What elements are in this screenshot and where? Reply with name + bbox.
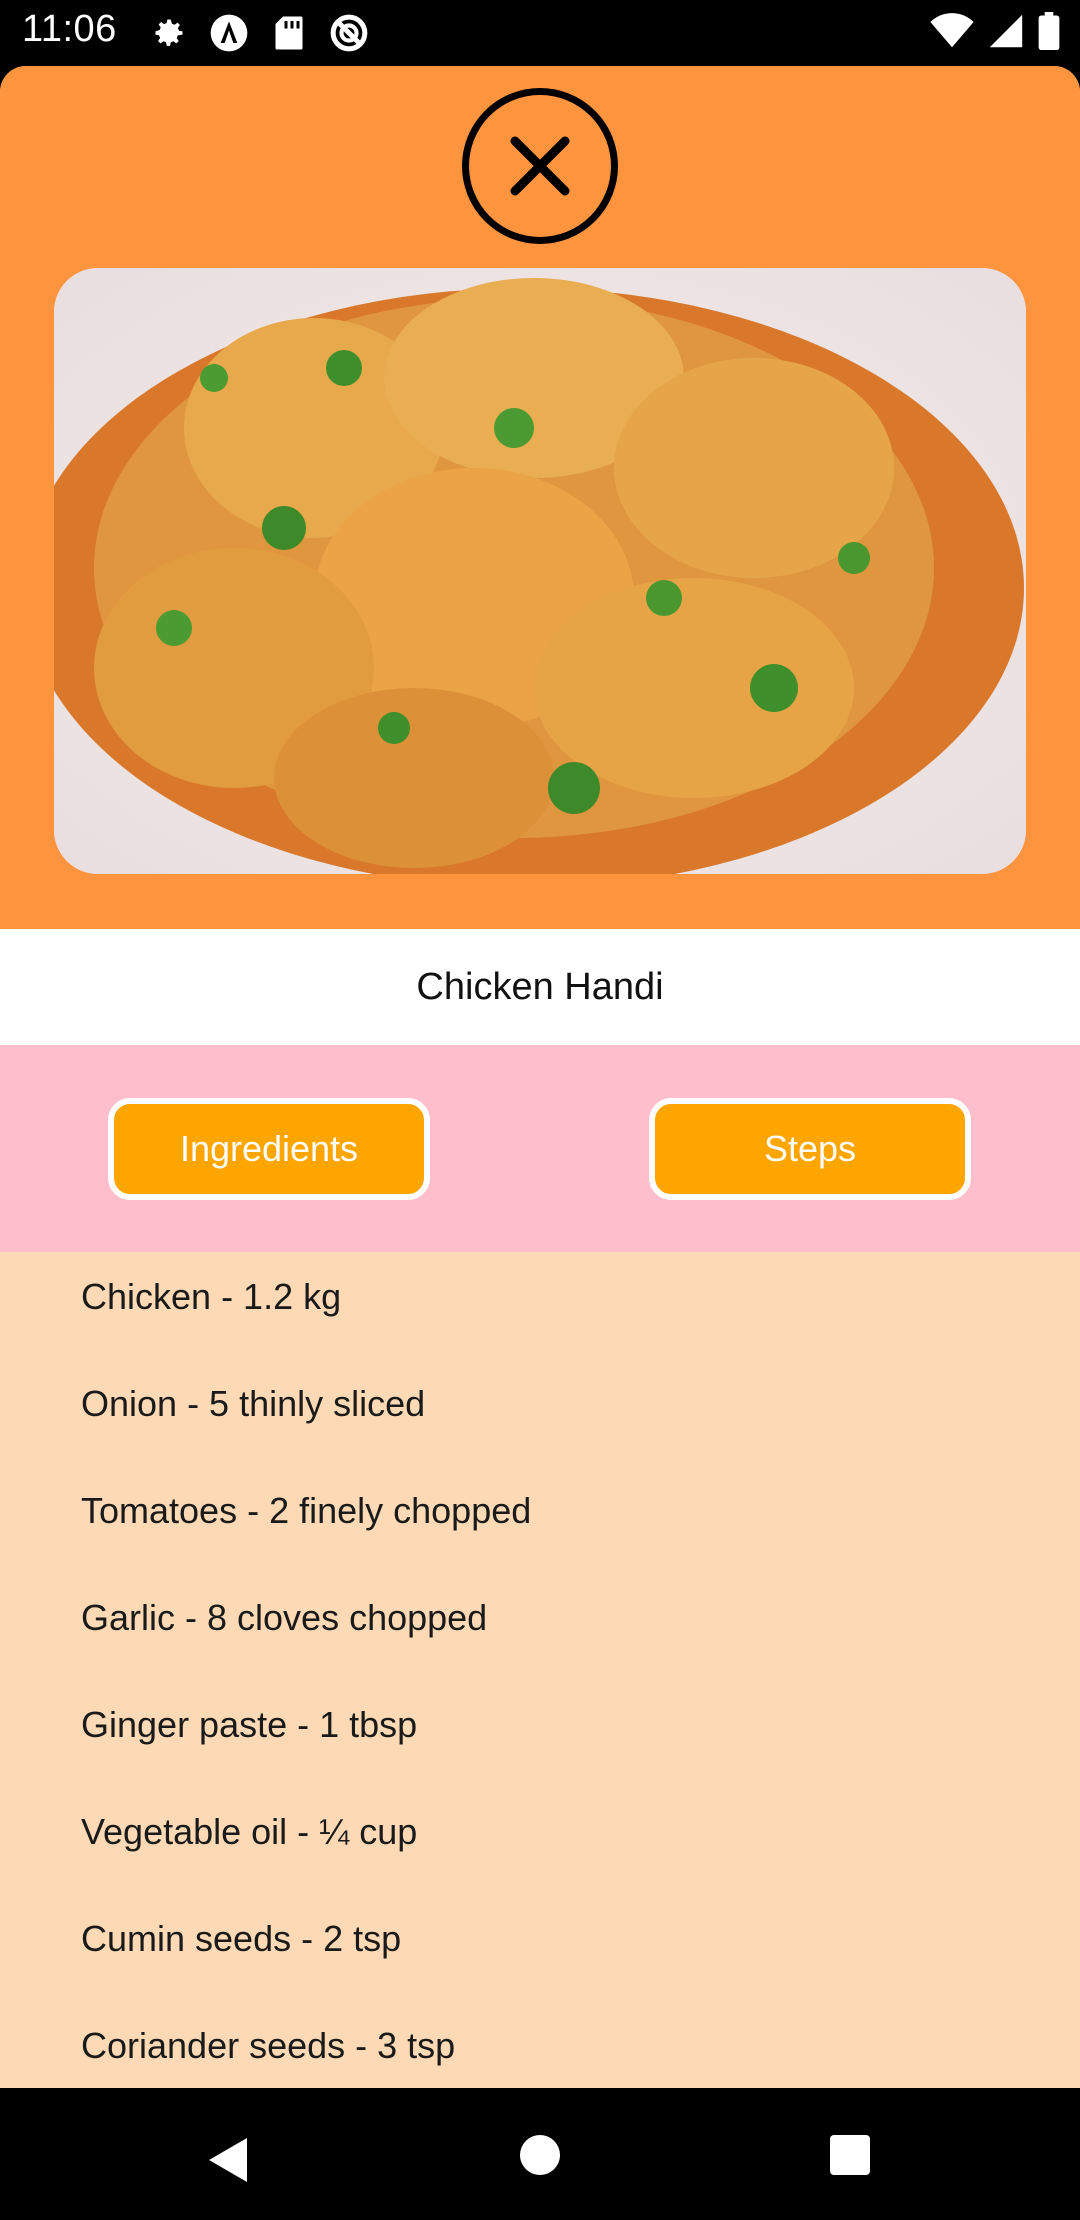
a-circle-icon xyxy=(208,12,250,54)
recipe-image xyxy=(54,268,1026,874)
status-icons-right xyxy=(930,12,1060,55)
hero-header xyxy=(0,66,1080,929)
recipe-title-band: Chicken Handi xyxy=(0,929,1080,1045)
home-icon[interactable] xyxy=(520,2135,560,2175)
list-item: Tomatoes - 2 finely chopped xyxy=(81,1490,532,1531)
gear-icon xyxy=(148,12,190,54)
wifi-icon xyxy=(930,13,974,54)
recipe-detail-sheet: Chicken Handi Ingredients Steps Chicken … xyxy=(0,66,1080,2088)
status-bar: 11:06 xyxy=(0,0,1080,66)
list-item: Garlic - 8 cloves chopped xyxy=(81,1597,488,1638)
tab-ingredients[interactable]: Ingredients xyxy=(108,1098,430,1200)
sd-card-icon xyxy=(268,12,310,54)
close-icon xyxy=(510,136,570,196)
blocked-circle-icon xyxy=(328,12,370,54)
list-item: Vegetable oil - ¼ cup xyxy=(81,1811,418,1852)
battery-icon xyxy=(1038,12,1060,55)
navigation-bar xyxy=(0,2088,1080,2220)
close-button[interactable] xyxy=(462,88,618,244)
back-icon[interactable] xyxy=(205,2136,249,2189)
list-item: Onion - 5 thinly sliced xyxy=(81,1383,426,1424)
signal-icon xyxy=(988,13,1024,54)
list-item: Chicken - 1.2 kg xyxy=(81,1276,342,1317)
status-icons-left xyxy=(148,12,370,54)
list-item: Coriander seeds - 3 tsp xyxy=(81,2025,456,2066)
list-item: Ginger paste - 1 tbsp xyxy=(81,1704,418,1745)
list-item: Cumin seeds - 2 tsp xyxy=(81,1918,402,1959)
recents-icon[interactable] xyxy=(830,2135,870,2175)
recipe-title: Chicken Handi xyxy=(416,965,664,1008)
tab-steps[interactable]: Steps xyxy=(649,1098,971,1200)
status-time: 11:06 xyxy=(22,8,117,50)
